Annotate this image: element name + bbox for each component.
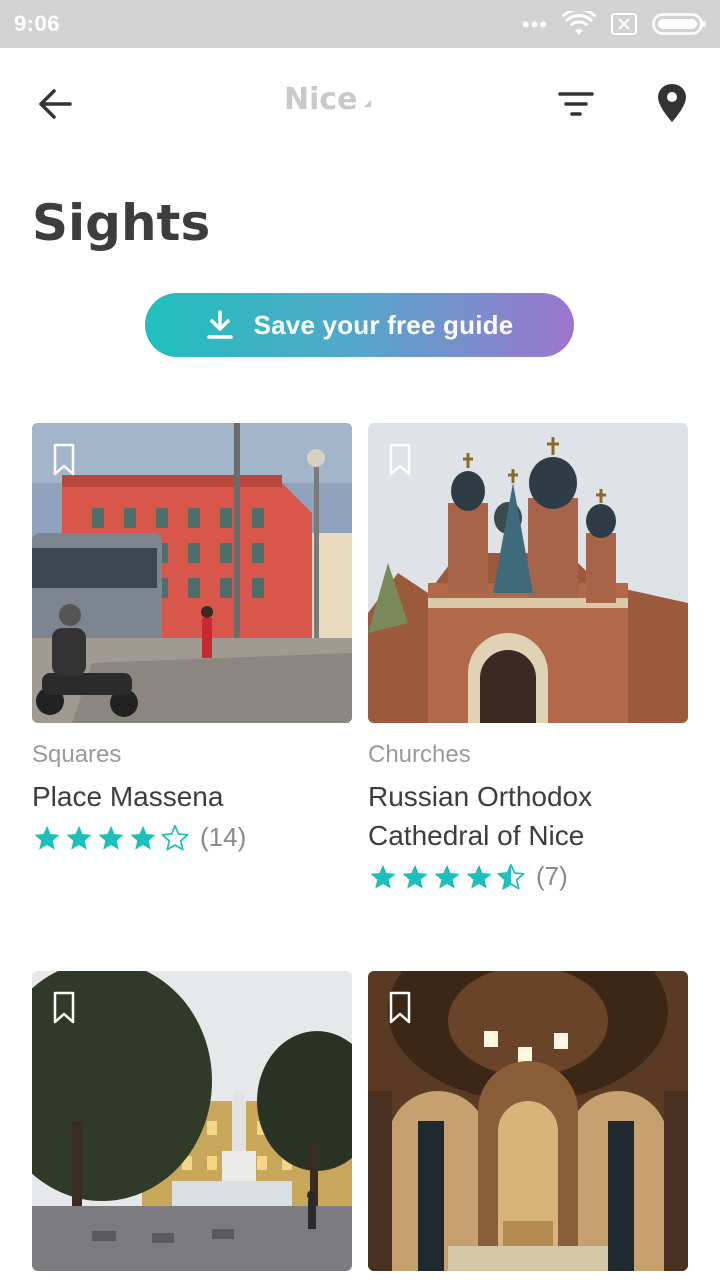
sight-image[interactable] [368, 423, 688, 723]
star-full-icon [434, 864, 460, 889]
back-arrow-icon [39, 89, 72, 119]
square-photo [32, 423, 352, 723]
download-icon [206, 310, 233, 339]
page-title: Sights [32, 194, 211, 252]
sight-image[interactable] [32, 423, 352, 723]
filter-button[interactable] [556, 88, 596, 120]
star-full-icon [466, 864, 492, 889]
sight-image[interactable] [368, 971, 688, 1271]
sight-title[interactable]: Russian Orthodox Cathedral of Nice [368, 777, 688, 855]
map-button[interactable] [652, 82, 692, 124]
city-name: Nice [284, 82, 358, 117]
bookmark-icon[interactable] [52, 443, 76, 477]
battery-icon [652, 12, 706, 36]
wifi-icon [562, 11, 596, 37]
app-bar: Nice [0, 48, 720, 160]
star-full-icon [130, 825, 156, 850]
sim-error-icon [610, 12, 638, 36]
star-full-icon [98, 825, 124, 850]
bookmark-icon[interactable] [388, 443, 412, 477]
review-count: (7) [536, 861, 568, 891]
sight-category: Squares [32, 741, 122, 768]
map-pin-icon [658, 84, 686, 122]
review-count: (14) [200, 822, 247, 852]
cathedral-photo [368, 423, 688, 723]
city-selector[interactable]: Nice [284, 82, 371, 117]
star-half-icon [497, 863, 525, 890]
star-rating: (7) [368, 861, 688, 892]
church-interior-photo [368, 971, 688, 1271]
sight-title[interactable]: Place Massena [32, 777, 352, 816]
star-full-icon [66, 825, 92, 850]
sight-category: Churches [368, 741, 471, 768]
star-full-icon [370, 864, 396, 889]
garden-square-photo [32, 971, 352, 1271]
status-time: 9:06 [14, 11, 61, 36]
star-full-icon [402, 864, 428, 889]
bookmark-icon[interactable] [388, 991, 412, 1025]
star-rating: (14) [32, 822, 352, 853]
sight-card[interactable]: Squares Place Massena (14) [32, 423, 352, 853]
status-icons: ••• [522, 11, 706, 37]
status-bar: 9:06 ••• [0, 0, 720, 48]
filter-icon [558, 92, 594, 116]
save-guide-label: Save your free guide [253, 309, 514, 340]
bookmark-icon[interactable] [52, 991, 76, 1025]
sight-card[interactable] [32, 971, 352, 1271]
status-dots: ••• [521, 12, 548, 37]
sight-image[interactable] [32, 971, 352, 1271]
sight-card[interactable] [368, 971, 688, 1271]
back-button[interactable] [34, 84, 78, 124]
star-empty-icon [161, 824, 189, 851]
sight-card[interactable]: Churches Russian Orthodox Cathedral of N… [368, 423, 688, 892]
dropdown-caret-icon [363, 100, 371, 107]
save-guide-button[interactable]: Save your free guide [145, 293, 574, 357]
star-full-icon [34, 825, 60, 850]
